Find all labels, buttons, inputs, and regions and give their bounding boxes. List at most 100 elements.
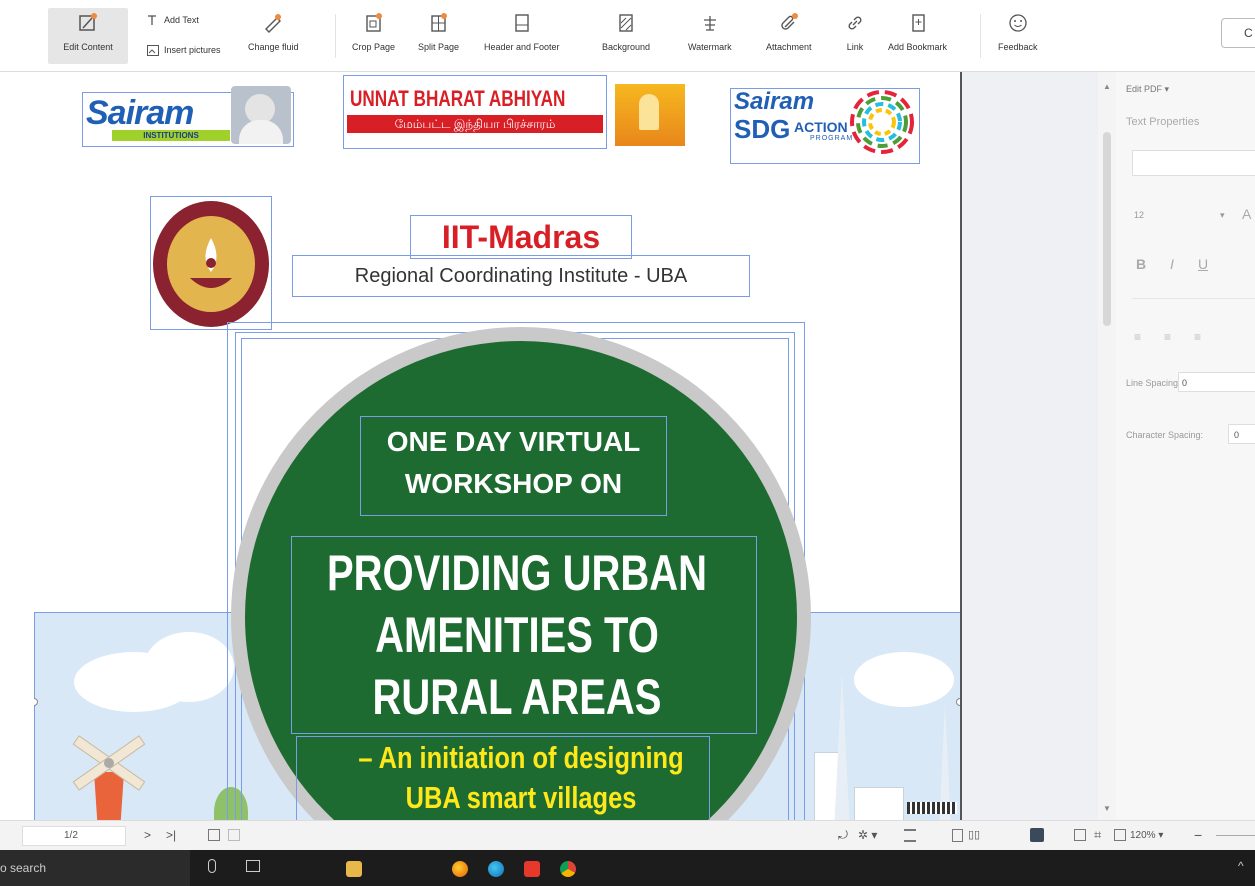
- edit-properties-panel: Edit PDF ▾ Text Properties 12 ▾ A B I U …: [1116, 72, 1255, 820]
- iit-title: IIT-Madras: [441, 219, 601, 255]
- font-family-select[interactable]: [1132, 150, 1255, 176]
- background-label: Background: [602, 42, 651, 52]
- font-size-dropdown-icon[interactable]: ▾: [1220, 210, 1225, 221]
- add-bookmark-button[interactable]: Add Bookmark: [888, 12, 947, 52]
- edit-pdf-label: Edit PDF: [1126, 84, 1163, 94]
- bookmark-icon: [907, 12, 929, 34]
- split-page-button[interactable]: Split Page: [418, 12, 459, 52]
- scrollbar-thumb[interactable]: [1103, 132, 1111, 326]
- workshop-line-1: ONE DAY VIRTUAL: [386, 426, 641, 457]
- header-footer-icon: [511, 12, 533, 34]
- watermark-button[interactable]: Watermark: [688, 12, 732, 52]
- status-bar: 1/2 > >| ⤾ ✲ ▾ ▯▯ ⌗ 120% ▾ −: [0, 820, 1255, 850]
- smiley-icon: [1007, 12, 1029, 34]
- char-spacing-label: Character Spacing:: [1126, 430, 1204, 440]
- selection-box: [730, 88, 920, 164]
- rotate-icon[interactable]: ⤾: [838, 828, 848, 843]
- change-fluid-label: Change fluid: [248, 42, 299, 52]
- feedback-label: Feedback: [998, 42, 1038, 52]
- char-spacing-value: 0: [1234, 430, 1240, 440]
- align-left-icon[interactable]: ≡: [1134, 330, 1141, 344]
- link-label: Link: [846, 42, 864, 52]
- os-taskbar: o search ^: [0, 850, 1255, 886]
- iit-madras-seal: [153, 201, 269, 327]
- align-center-icon[interactable]: ≡: [1164, 330, 1171, 344]
- scroll-up-icon[interactable]: ▲: [1103, 82, 1111, 91]
- chevron-up-icon[interactable]: ^: [1238, 859, 1244, 873]
- italic-icon[interactable]: I: [1170, 256, 1174, 272]
- toolbar-separator: [980, 14, 981, 58]
- zoom-value: 120%: [1130, 830, 1156, 841]
- file-explorer-icon[interactable]: [346, 861, 362, 877]
- edit-pdf-dropdown[interactable]: Edit PDF ▾: [1126, 84, 1169, 95]
- iit-subtitle: Regional Coordinating Institute - UBA: [354, 265, 688, 287]
- next-page-icon[interactable]: >: [144, 828, 151, 842]
- main-title-line-3: RURAL AREAS: [372, 669, 662, 725]
- insert-pictures-button[interactable]: Insert pictures: [146, 44, 221, 56]
- edge-icon[interactable]: [488, 861, 504, 877]
- task-view-icon[interactable]: [246, 860, 260, 872]
- align-right-icon[interactable]: ≡: [1194, 330, 1201, 344]
- fit-icon[interactable]: ⌗: [1094, 827, 1101, 843]
- vertical-scrollbar[interactable]: ▲ ▼: [1098, 72, 1116, 820]
- subtitle-line-1: – An initiation of designing: [358, 740, 684, 775]
- fit-width-icon[interactable]: [228, 829, 240, 841]
- edit-content-button[interactable]: Edit Content: [48, 8, 128, 64]
- line-spacing-label: Line Spacing:: [1126, 378, 1181, 388]
- change-fluid-button[interactable]: Change fluid: [248, 12, 299, 52]
- last-page-icon[interactable]: >|: [166, 828, 176, 842]
- uba-tamil-text: மேம்பட்ட இந்தியா பிரச்சாரம்: [347, 115, 603, 133]
- bold-icon[interactable]: B: [1136, 256, 1146, 272]
- feedback-button[interactable]: Feedback: [998, 12, 1038, 52]
- actual-size-icon[interactable]: [1074, 829, 1086, 841]
- font-grow-icon[interactable]: A: [1242, 206, 1251, 222]
- add-bookmark-label: Add Bookmark: [888, 42, 948, 52]
- header-footer-label: Header and Footer: [484, 42, 560, 52]
- uba-emblem: [615, 84, 685, 146]
- picture-icon: [146, 44, 160, 56]
- microphone-icon[interactable]: [208, 859, 216, 873]
- background-button[interactable]: Background: [602, 12, 650, 52]
- fluid-icon: [262, 12, 284, 34]
- resize-handle[interactable]: [956, 698, 960, 706]
- zoom-slider[interactable]: [1216, 835, 1255, 836]
- edit-content-icon: [77, 12, 99, 34]
- attachment-label: Attachment: [766, 42, 812, 52]
- chrome-icon[interactable]: [560, 861, 576, 877]
- text-icon: [146, 14, 160, 26]
- pdf-editor-icon[interactable]: [524, 861, 540, 877]
- crop-page-button[interactable]: Crop Page: [352, 12, 395, 52]
- play-icon[interactable]: [1030, 828, 1044, 842]
- paperclip-icon: [778, 12, 800, 34]
- continuous-view-icon[interactable]: [904, 829, 916, 842]
- left-gutter: [0, 72, 34, 820]
- line-spacing-input[interactable]: [1178, 372, 1255, 392]
- app-window: Edit Content Add Text Insert pictures Ch…: [0, 0, 1255, 886]
- add-text-button[interactable]: Add Text: [146, 14, 199, 26]
- two-page-icon[interactable]: ▯▯: [968, 828, 980, 841]
- zoom-select[interactable]: 120% ▾: [1130, 830, 1163, 841]
- font-size-value[interactable]: 12: [1134, 210, 1144, 220]
- background-icon: [615, 12, 637, 34]
- settings-icon[interactable]: ✲ ▾: [858, 828, 877, 842]
- link-button[interactable]: Link: [844, 12, 866, 52]
- underline-icon[interactable]: U: [1198, 256, 1208, 272]
- crop-icon: [363, 12, 385, 34]
- zoom-out-icon[interactable]: −: [1194, 827, 1202, 843]
- fit-page-icon[interactable]: [208, 829, 220, 841]
- char-spacing-input[interactable]: [1228, 424, 1255, 444]
- toolbar-right-button[interactable]: C: [1221, 18, 1255, 48]
- page-indicator: 1/2: [64, 830, 78, 841]
- text-properties-heading: Text Properties: [1126, 116, 1200, 128]
- insert-pictures-label: Insert pictures: [164, 45, 221, 55]
- edit-content-label: Edit Content: [63, 42, 113, 52]
- document-page[interactable]: Sairam INSTITUTIONS UNNAT BHARAT ABHIYAN…: [34, 72, 962, 820]
- firefox-icon[interactable]: [452, 861, 468, 877]
- scroll-down-icon[interactable]: ▼: [1103, 804, 1111, 813]
- single-page-icon[interactable]: [952, 829, 963, 842]
- attachment-button[interactable]: Attachment: [766, 12, 812, 52]
- split-page-label: Split Page: [418, 42, 460, 52]
- header-footer-button[interactable]: Header and Footer: [484, 12, 560, 52]
- page-view-icon[interactable]: [1114, 829, 1126, 841]
- main-title-line-2: AMENITIES TO: [375, 607, 659, 663]
